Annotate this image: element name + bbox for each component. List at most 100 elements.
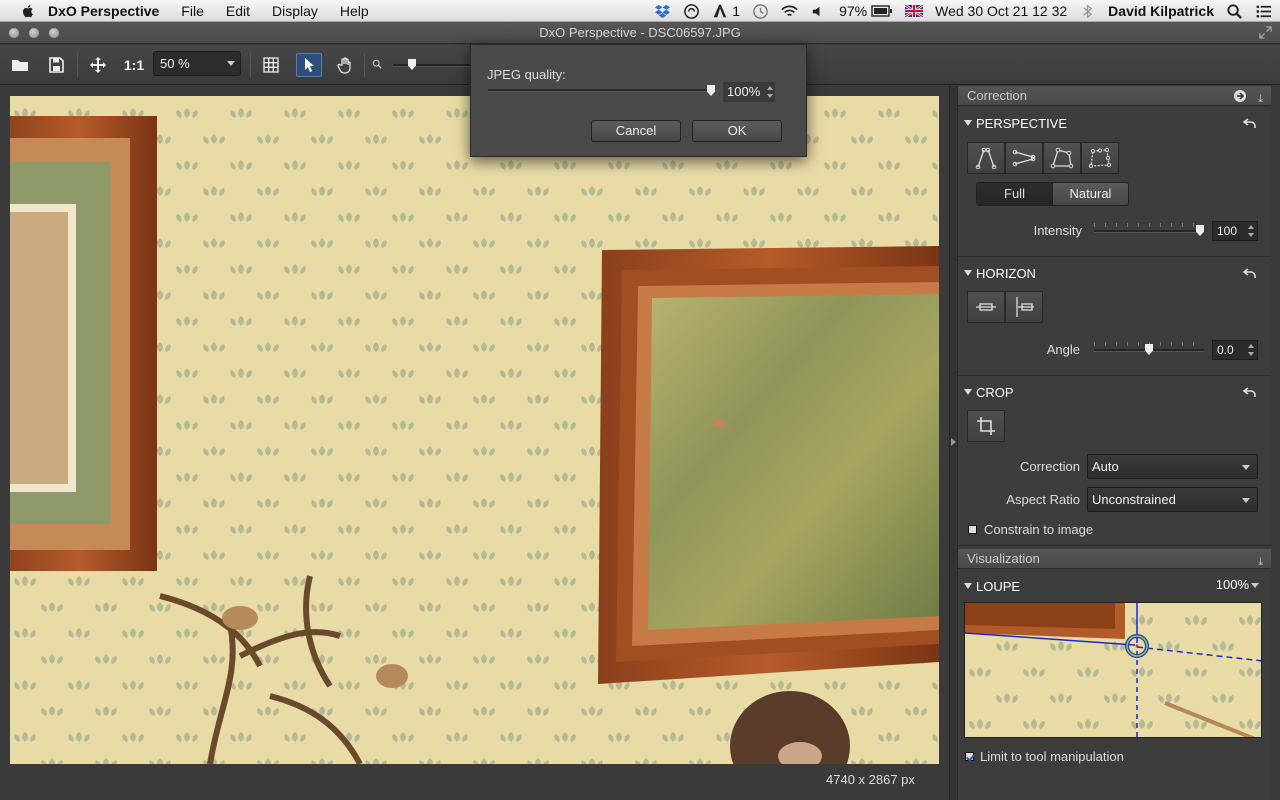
angle-field[interactable]: 0.0	[1212, 340, 1258, 360]
open-button[interactable]	[8, 53, 32, 77]
wifi-icon[interactable]	[781, 3, 798, 20]
panel-splitter[interactable]	[949, 86, 957, 800]
limit-to-tool-checkbox[interactable]	[965, 752, 974, 761]
stepper-icon[interactable]	[1248, 224, 1254, 238]
loupe-preview[interactable]	[964, 602, 1262, 738]
jpeg-quality-slider[interactable]	[488, 89, 710, 92]
crop-icon	[977, 417, 995, 435]
perspective-section: PERSPECTIVE Full Natural Intensity 100	[958, 107, 1271, 257]
app-menu[interactable]: DxO Perspective	[48, 3, 159, 19]
battery-status[interactable]: 97%	[839, 3, 893, 19]
window-title-bar: DxO Perspective - DSC06597.JPG	[0, 22, 1280, 44]
crop-correction-select[interactable]: Auto	[1087, 454, 1258, 479]
angle-slider[interactable]	[1094, 342, 1204, 355]
horizon-title[interactable]: HORIZON	[976, 266, 1036, 281]
menu-edit[interactable]: Edit	[226, 3, 250, 19]
constrain-to-image-label[interactable]: Constrain to image	[984, 522, 1093, 537]
zoom-slider[interactable]	[393, 59, 471, 70]
dropbox-icon[interactable]	[654, 3, 671, 20]
constrain-to-image-checkbox[interactable]	[968, 525, 977, 534]
photo-wallpaper	[10, 96, 939, 764]
crop-tool-button[interactable]	[967, 410, 1005, 442]
zoom-100-button[interactable]: 1:1	[120, 53, 148, 77]
image-preview[interactable]	[10, 96, 939, 764]
cancel-button[interactable]: Cancel	[591, 120, 681, 142]
close-window-button[interactable]	[8, 27, 20, 39]
user-menu[interactable]: David Kilpatrick	[1108, 3, 1214, 19]
stepper-icon[interactable]	[1248, 343, 1254, 357]
collapse-panel-icon[interactable]	[951, 438, 956, 446]
collapse-triangle-icon[interactable]	[964, 120, 972, 126]
folder-icon	[12, 60, 28, 71]
loupe-zoom-select[interactable]: 100%	[1216, 577, 1249, 592]
eight-point-icon	[1088, 147, 1112, 169]
loupe-title[interactable]: LOUPE	[976, 579, 1020, 594]
angle-slider-thumb[interactable]	[1145, 344, 1153, 355]
fullscreen-icon[interactable]	[1259, 26, 1272, 39]
menu-help[interactable]: Help	[340, 3, 369, 19]
undo-crop-icon[interactable]	[1243, 385, 1257, 399]
jpeg-quality-dialog: JPEG quality: 100% Cancel OK	[470, 44, 807, 157]
collapse-triangle-icon[interactable]	[964, 389, 972, 395]
mode-full-button[interactable]: Full	[976, 182, 1053, 206]
chevron-down-icon	[1242, 498, 1250, 503]
horizon-level-tool[interactable]	[967, 291, 1005, 323]
zoom-window-button[interactable]	[48, 27, 60, 39]
bluetooth-icon[interactable]	[1079, 3, 1096, 20]
zoom-select[interactable]: 50 %	[153, 51, 241, 76]
perspective-title[interactable]: PERSPECTIVE	[976, 116, 1067, 131]
fit-to-screen-button[interactable]	[86, 53, 110, 77]
jpeg-quality-field[interactable]: 100%	[723, 82, 775, 102]
spotlight-search-icon[interactable]	[1226, 3, 1243, 20]
mode-natural-button[interactable]: Natural	[1052, 182, 1129, 206]
collapse-triangle-icon[interactable]	[964, 270, 972, 276]
perspective-rectangle-tool[interactable]	[1043, 142, 1081, 174]
perspective-horizontal-tool[interactable]	[1005, 142, 1043, 174]
zoom-out-icon	[372, 59, 382, 69]
stepper-icon[interactable]	[767, 85, 773, 99]
toolbar-separator	[364, 53, 365, 77]
select-tool-button[interactable]	[296, 53, 322, 77]
jpeg-quality-slider-thumb[interactable]	[707, 85, 715, 96]
uk-flag-icon[interactable]	[905, 5, 924, 17]
grid-button[interactable]	[259, 53, 283, 77]
undo-horizon-icon[interactable]	[1243, 266, 1257, 280]
chevron-down-icon[interactable]	[1251, 583, 1259, 588]
time-machine-icon[interactable]	[752, 3, 769, 20]
ok-button[interactable]: OK	[692, 120, 782, 142]
hand-tool-button[interactable]	[333, 53, 357, 77]
perspective-eight-point-tool[interactable]	[1081, 142, 1119, 174]
intensity-slider-thumb[interactable]	[1196, 225, 1204, 236]
clock[interactable]: Wed 30 Oct 21 12 32	[935, 3, 1067, 19]
aspect-ratio-select[interactable]: Unconstrained	[1087, 487, 1258, 512]
undo-perspective-icon[interactable]	[1243, 116, 1257, 130]
zoom-slider-thumb[interactable]	[408, 59, 416, 70]
intensity-label: Intensity	[1033, 223, 1082, 238]
horizon-vertical-tool[interactable]	[1005, 291, 1043, 323]
save-button[interactable]	[44, 53, 68, 77]
intensity-field[interactable]: 100	[1212, 221, 1258, 241]
aspect-ratio-label: Aspect Ratio	[1006, 492, 1080, 507]
pointer-arrow-icon	[305, 58, 314, 72]
limit-to-tool-label[interactable]: Limit to tool manipulation	[980, 749, 1124, 764]
quad-rect-icon	[1050, 147, 1074, 169]
notification-center-icon[interactable]	[1255, 3, 1272, 20]
correction-panel-header: Correction ⤓	[958, 86, 1271, 106]
menu-file[interactable]: File	[181, 3, 204, 19]
perspective-vertical-tool[interactable]	[967, 142, 1005, 174]
volume-icon[interactable]	[810, 3, 827, 20]
pin-icon[interactable]: ⤓	[1258, 552, 1263, 572]
intensity-slider[interactable]	[1094, 223, 1204, 236]
menu-display[interactable]: Display	[272, 3, 318, 19]
collapse-triangle-icon[interactable]	[964, 583, 972, 589]
pin-icon[interactable]: ⤓	[1258, 89, 1263, 109]
adobe-updates-icon[interactable]: 1	[712, 3, 740, 19]
menu-bar: DxO Perspective File Edit Display Help 1…	[0, 0, 1280, 22]
minimize-window-button[interactable]	[28, 27, 40, 39]
chevron-down-icon	[1242, 465, 1250, 470]
apple-icon[interactable]	[20, 3, 36, 19]
battery-icon	[871, 5, 893, 17]
reset-all-icon[interactable]	[1233, 89, 1247, 103]
crop-title[interactable]: CROP	[976, 385, 1014, 400]
sync-icon[interactable]	[683, 3, 700, 20]
